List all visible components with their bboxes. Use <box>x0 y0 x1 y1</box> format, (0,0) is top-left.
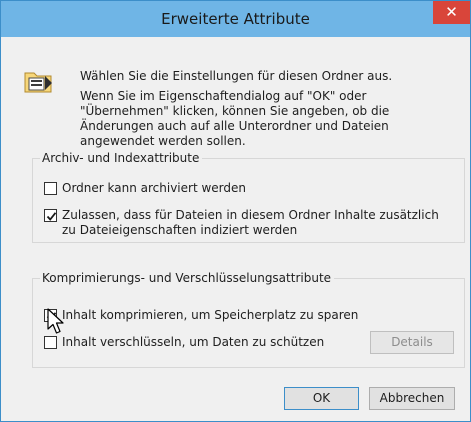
close-icon: ✕ <box>445 3 458 21</box>
index-checkbox[interactable] <box>44 209 57 222</box>
compress-checkbox-label[interactable]: Inhalt komprimieren, um Speicherplatz zu… <box>62 308 358 323</box>
compression-group-label: Komprimierungs- und Verschlüsselungsattr… <box>40 271 335 285</box>
advanced-attributes-dialog: Erweiterte Attribute ✕ Wählen Sie die Ei… <box>0 0 471 422</box>
cancel-button[interactable]: Abbrechen <box>369 387 455 410</box>
encrypt-checkbox-row[interactable]: Inhalt verschlüsseln, um Daten zu schütz… <box>44 335 324 350</box>
title-bar[interactable]: Erweiterte Attribute ✕ <box>1 1 470 37</box>
intro-description: Wenn Sie im Eigenschaftendialog auf "OK"… <box>80 89 390 148</box>
ok-button[interactable]: OK <box>284 387 359 410</box>
intro-heading: Wählen Sie die Einstellungen für diesen … <box>80 69 393 83</box>
archive-checkbox-row[interactable]: Ordner kann archiviert werden <box>44 181 246 196</box>
compression-encryption-group: Komprimierungs- und Verschlüsselungsattr… <box>32 271 465 368</box>
mouse-cursor-icon <box>47 308 67 339</box>
checkmark-icon <box>46 212 57 221</box>
index-checkbox-row[interactable]: Zulassen, dass für Dateien in diesem Ord… <box>44 208 454 238</box>
encrypt-checkbox-label[interactable]: Inhalt verschlüsseln, um Daten zu schütz… <box>62 335 324 350</box>
compress-checkbox-row[interactable]: Inhalt komprimieren, um Speicherplatz zu… <box>44 308 358 323</box>
details-button[interactable]: Details <box>370 331 454 354</box>
archive-group-label: Archiv- und Indexattribute <box>40 151 203 165</box>
index-checkbox-label[interactable]: Zulassen, dass für Dateien in diesem Ord… <box>62 208 454 238</box>
close-button[interactable]: ✕ <box>433 1 470 24</box>
folder-settings-icon <box>23 66 55 96</box>
archive-checkbox[interactable] <box>44 182 57 195</box>
archive-checkbox-label[interactable]: Ordner kann archiviert werden <box>62 181 246 196</box>
window-title: Erweiterte Attribute <box>161 10 310 28</box>
